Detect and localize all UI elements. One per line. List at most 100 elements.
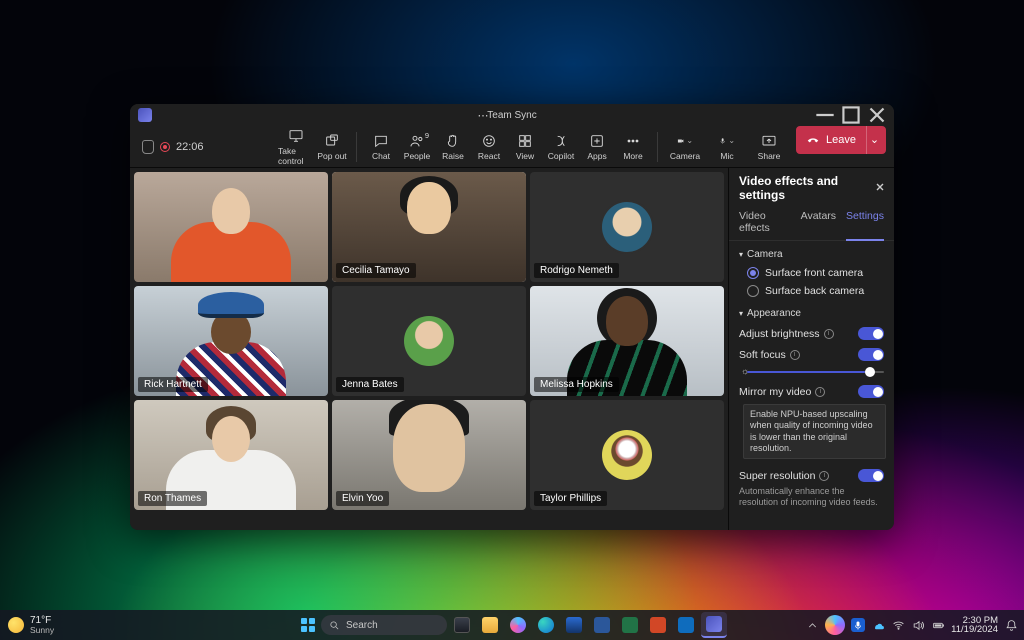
volume-tray-icon[interactable]	[911, 618, 925, 632]
copilot-tray-icon[interactable]	[825, 615, 845, 635]
taskbar-app-copilot[interactable]	[505, 612, 531, 638]
toggle-on-icon	[858, 385, 884, 398]
maximize-button[interactable]	[838, 104, 864, 126]
participant-name: Rick Hartnett	[138, 377, 208, 392]
windows-logo-icon	[301, 618, 315, 632]
participant-tile[interactable]: Elvin Yoo	[332, 400, 526, 510]
people-button[interactable]: 9 People	[399, 126, 435, 168]
tab-avatars[interactable]: Avatars	[801, 210, 836, 240]
take-control-button[interactable]: Take control	[278, 126, 314, 168]
mic-toggle-button[interactable]: ⌄ Mic	[706, 126, 748, 168]
people-icon: 9	[409, 133, 425, 149]
elapsed-time: 22:06	[176, 141, 204, 153]
info-icon[interactable]: i	[824, 329, 834, 339]
wifi-tray-icon[interactable]	[891, 618, 905, 632]
weather-widget[interactable]: 71°F Sunny	[0, 616, 54, 635]
taskbar-app-store[interactable]	[561, 612, 587, 638]
participant-name: Rodrigo Nemeth	[534, 263, 619, 278]
tab-video-effects[interactable]: Video effects	[739, 210, 791, 240]
panel-title: Video effects and settings	[739, 174, 874, 202]
participant-name: Elvin Yoo	[336, 491, 389, 506]
minimize-button[interactable]	[812, 104, 838, 126]
raise-hand-button[interactable]: Raise	[435, 126, 471, 168]
camera-front-radio[interactable]: Surface front camera	[729, 264, 894, 282]
participant-avatar	[404, 316, 454, 366]
camera-toggle-button[interactable]: ⌄ Camera	[664, 126, 706, 168]
appearance-section-header[interactable]: ▾ Appearance	[729, 300, 894, 323]
recording-indicator-icon	[160, 142, 170, 152]
apps-button[interactable]: Apps	[579, 126, 615, 168]
info-icon[interactable]: i	[819, 471, 829, 481]
chat-button[interactable]: Chat	[363, 126, 399, 168]
share-screen-icon	[761, 133, 777, 149]
taskbar-search[interactable]: Search	[321, 615, 447, 635]
taskbar-app-edge[interactable]	[533, 612, 559, 638]
tray-chevron-icon[interactable]	[805, 618, 819, 632]
start-button[interactable]	[297, 614, 319, 636]
taskbar-app-teams[interactable]	[701, 612, 727, 638]
copilot-icon	[553, 133, 569, 149]
leave-button[interactable]: Leave ⌄	[796, 126, 886, 154]
raise-hand-icon	[445, 133, 461, 149]
share-button[interactable]: Share	[748, 126, 790, 168]
participant-tile[interactable]: Cecilia Tamayo	[332, 172, 526, 282]
taskbar-clock[interactable]: 2:30 PM 11/19/2024	[951, 616, 998, 635]
radio-unselected-icon	[747, 285, 759, 297]
taskbar-tray: 2:30 PM 11/19/2024	[805, 615, 1024, 635]
people-count-badge: 9	[425, 131, 429, 140]
taskbar-app-powerpoint[interactable]	[645, 612, 671, 638]
taskbar-app-outlook[interactable]	[673, 612, 699, 638]
participant-tile[interactable]: Rodrigo Nemeth	[530, 172, 724, 282]
toolbar-actions: Take control Pop out Chat 9 People Rais	[278, 126, 886, 168]
info-icon[interactable]: i	[790, 350, 800, 360]
window-titlebar: Team Sync ⋯	[130, 104, 894, 126]
participant-name: Taylor Phillips	[534, 491, 607, 506]
windows-taskbar: 71°F Sunny Search 2:30 PM 11/19/2	[0, 610, 1024, 640]
taskbar-app-excel[interactable]	[617, 612, 643, 638]
camera-back-radio[interactable]: Surface back camera	[729, 282, 894, 300]
info-icon[interactable]: i	[815, 387, 825, 397]
participant-tile[interactable]	[134, 172, 328, 282]
taskbar-center: Search	[297, 612, 727, 638]
taskbar-app-explorer[interactable]	[477, 612, 503, 638]
teams-meeting-window: Team Sync ⋯ 22:06 Take control Pop out	[130, 104, 894, 530]
close-panel-button[interactable]	[874, 181, 886, 196]
super-resolution-toggle[interactable]: Super resolutioni	[729, 465, 894, 486]
onedrive-tray-icon[interactable]	[871, 618, 885, 632]
participant-tile[interactable]: Taylor Phillips	[530, 400, 724, 510]
close-window-button[interactable]	[864, 104, 890, 126]
view-button[interactable]: View	[507, 126, 543, 168]
radio-selected-icon	[747, 267, 759, 279]
mirror-video-toggle[interactable]: Mirror my videoi	[729, 381, 894, 402]
participant-tile[interactable]: Ron Thames	[134, 400, 328, 510]
caret-down-icon: ▾	[739, 250, 743, 259]
search-icon	[329, 620, 340, 631]
toolbar-separator	[356, 132, 357, 162]
adjust-brightness-toggle[interactable]: Adjust brightnessi	[729, 323, 894, 344]
participant-tile[interactable]: Rick Hartnett	[134, 286, 328, 396]
participant-tile[interactable]: Jenna Bates	[332, 286, 526, 396]
soft-focus-slider[interactable]: ☼	[747, 367, 884, 377]
camera-section-header[interactable]: ▾ Camera	[729, 241, 894, 264]
weather-condition: Sunny	[30, 626, 54, 635]
titlebar-more-button[interactable]: ⋯	[472, 109, 495, 122]
meeting-status: 22:06	[142, 140, 204, 154]
taskbar-app-word[interactable]	[589, 612, 615, 638]
notifications-tray-icon[interactable]	[1004, 618, 1018, 632]
more-button[interactable]: More	[615, 126, 651, 168]
mic-tray-icon[interactable]	[851, 618, 865, 632]
participant-name: Jenna Bates	[336, 377, 404, 392]
tab-settings[interactable]: Settings	[846, 210, 884, 241]
pop-out-button[interactable]: Pop out	[314, 126, 350, 168]
toggle-on-icon	[858, 327, 884, 340]
copilot-button[interactable]: Copilot	[543, 126, 579, 168]
leave-dropdown[interactable]: ⌄	[866, 126, 882, 154]
battery-tray-icon[interactable]	[931, 618, 945, 632]
grid-view-icon	[517, 133, 533, 149]
taskbar-app-taskview[interactable]	[449, 612, 475, 638]
soft-focus-toggle[interactable]: Soft focusi	[729, 344, 894, 365]
react-button[interactable]: React	[471, 126, 507, 168]
chat-icon	[373, 133, 389, 149]
participant-tile[interactable]: Melissa Hopkins	[530, 286, 724, 396]
participant-name: Cecilia Tamayo	[336, 263, 416, 278]
